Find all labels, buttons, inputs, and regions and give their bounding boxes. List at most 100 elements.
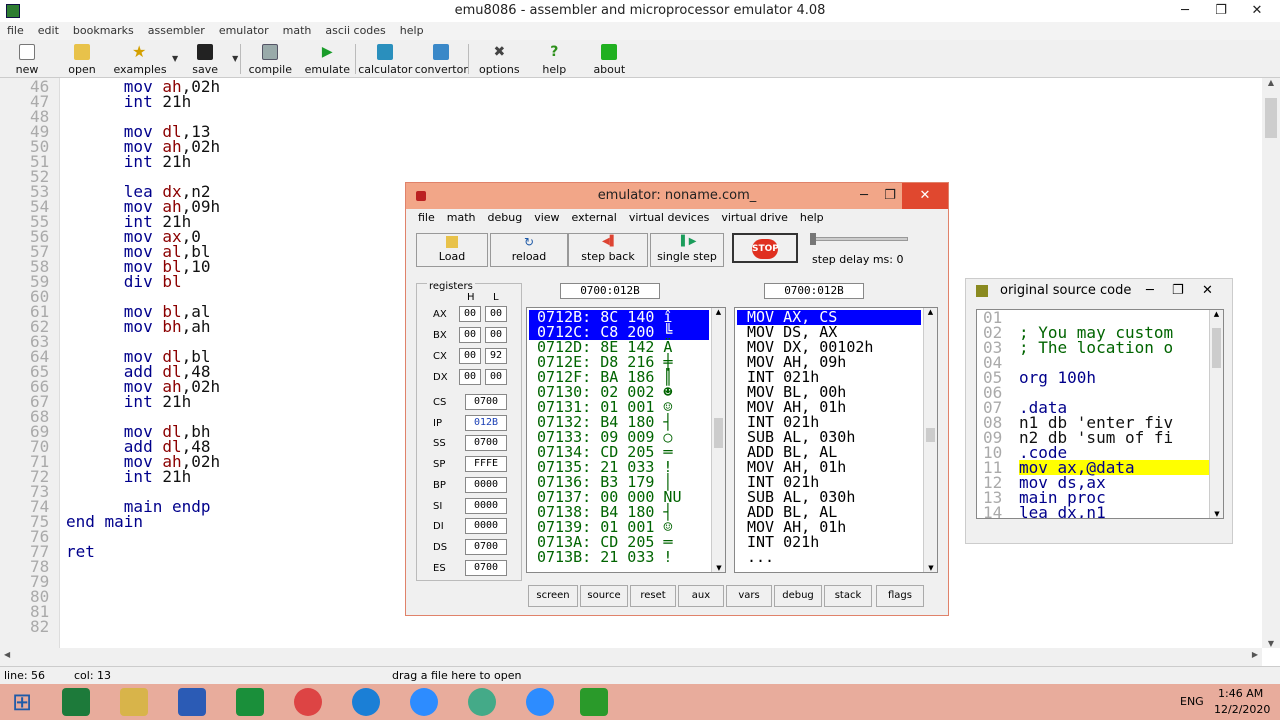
source-code-view[interactable]: 01 02 03 04 05 06 07 08 09 10 11 12 13 14; You may cu… [976, 309, 1224, 519]
register-value[interactable]: 0000 [465, 476, 507, 493]
register-low-byte[interactable]: 00 [485, 327, 507, 343]
new-button[interactable]: new [0, 40, 54, 76]
emu-menu-debug[interactable]: debug [482, 209, 529, 227]
examples-dropdown-icon[interactable]: ▼ [172, 54, 178, 63]
emulator-close-button[interactable]: ✕ [902, 183, 948, 209]
register-low-byte[interactable]: 00 [485, 306, 507, 322]
save-button[interactable]: save [180, 40, 230, 76]
help-button[interactable]: ? help [529, 40, 579, 76]
word-icon[interactable] [178, 688, 206, 716]
scroll-up-icon[interactable]: ▲ [924, 308, 937, 316]
source-close-button[interactable]: ✕ [1202, 279, 1213, 303]
menu-edit[interactable]: edit [31, 22, 66, 40]
source-line[interactable]: ; The location o [1019, 340, 1173, 356]
emu-menu-file[interactable]: file [412, 209, 441, 227]
scroll-down-icon[interactable]: ▼ [924, 564, 937, 572]
disassembly-row[interactable]: ... [737, 550, 921, 565]
scroll-left-icon[interactable]: ◀ [4, 650, 10, 659]
emu-menu-virtual-drive[interactable]: virtual drive [715, 209, 794, 227]
memory-address-field[interactable]: 0700:012B [560, 283, 660, 299]
disassembly-list[interactable]: MOV AX, CS MOV DS, AX MOV DX, 00102h MOV AH… [734, 307, 938, 573]
register-value[interactable]: 0700 [465, 394, 507, 410]
menu-help[interactable]: help [393, 22, 431, 40]
emu-menu-help[interactable]: help [794, 209, 830, 227]
editor-vertical-scrollbar[interactable]: ▲ ▼ [1262, 78, 1280, 648]
source-line[interactable]: org 100h [1019, 370, 1096, 386]
reset-button[interactable]: reset [630, 585, 676, 607]
open-button[interactable]: open [54, 40, 110, 76]
menu-ascii-codes[interactable]: ascii codes [318, 22, 392, 40]
load-button[interactable]: Load [416, 233, 488, 267]
register-high-byte[interactable]: 00 [459, 306, 481, 322]
menu-assembler[interactable]: assembler [141, 22, 212, 40]
emu-menu-virtual-devices[interactable]: virtual devices [623, 209, 716, 227]
register-low-byte[interactable]: 00 [485, 369, 507, 385]
menu-math[interactable]: math [276, 22, 319, 40]
windows-start-icon[interactable]: ⊞ [8, 688, 36, 716]
register-value[interactable]: 0700 [465, 538, 507, 555]
emulator-title-bar[interactable]: emulator: noname.com_ ─ ❐ ✕ [406, 183, 948, 209]
maximize-button[interactable]: ❐ [1206, 0, 1236, 22]
compile-button[interactable]: compile [241, 40, 299, 76]
about-button[interactable]: about [579, 40, 639, 76]
disassembly-scrollbar[interactable]: ▲ ▼ [923, 308, 937, 572]
file-explorer-icon[interactable] [120, 688, 148, 716]
stack-button[interactable]: stack [824, 585, 872, 607]
register-value[interactable]: FFFE [465, 456, 507, 473]
zoom-icon[interactable] [410, 688, 438, 716]
save-dropdown-icon[interactable]: ▼ [232, 54, 238, 63]
register-value[interactable]: 0000 [465, 497, 507, 514]
emu8086-taskbar-icon[interactable] [580, 688, 608, 716]
source-title-bar[interactable]: original source code ─ ❐ ✕ [966, 279, 1232, 303]
language-indicator[interactable]: ENG [1180, 695, 1204, 708]
emu-menu-external[interactable]: external [566, 209, 623, 227]
emu-menu-view[interactable]: view [528, 209, 565, 227]
step-delay-slider[interactable] [812, 237, 908, 241]
scroll-thumb[interactable] [1212, 328, 1221, 368]
register-high-byte[interactable]: 00 [459, 327, 481, 343]
menu-file[interactable]: file [0, 22, 31, 40]
scroll-up-icon[interactable]: ▲ [1262, 78, 1280, 87]
register-low-byte[interactable]: 92 [485, 348, 507, 364]
scroll-down-icon[interactable]: ▼ [712, 564, 725, 572]
calculator-button[interactable]: calculator [356, 40, 414, 76]
single-step-button[interactable]: ▌▶ single step [650, 233, 724, 267]
excel-icon[interactable] [62, 688, 90, 716]
scroll-thumb[interactable] [714, 418, 723, 448]
emu-menu-math[interactable]: math [441, 209, 482, 227]
examples-button[interactable]: ★ examples [110, 40, 170, 77]
flags-button[interactable]: flags [876, 585, 924, 607]
ie-icon[interactable] [352, 688, 380, 716]
register-value[interactable]: 012B [465, 414, 507, 431]
emulate-button[interactable]: ▶ emulate [299, 40, 355, 76]
aux-button[interactable]: aux [678, 585, 724, 607]
emulator-minimize-button[interactable]: ─ [850, 183, 878, 209]
menu-bookmarks[interactable]: bookmarks [66, 22, 141, 40]
register-high-byte[interactable]: 00 [459, 348, 481, 364]
source-maximize-button[interactable]: ❐ [1172, 279, 1184, 303]
scroll-right-icon[interactable]: ▶ [1252, 650, 1258, 659]
register-value[interactable]: 0700 [465, 559, 507, 576]
memory-scrollbar[interactable]: ▲ ▼ [711, 308, 725, 572]
source-minimize-button[interactable]: ─ [1146, 279, 1154, 303]
register-value[interactable]: 0700 [465, 435, 507, 452]
register-high-byte[interactable]: 00 [459, 369, 481, 385]
scroll-up-icon[interactable]: ▲ [712, 308, 725, 316]
reload-button[interactable]: ↻ reload [490, 233, 568, 267]
source-line[interactable]: lea dx,n1 [1019, 505, 1106, 519]
code-line[interactable]: ret [66, 544, 95, 560]
scroll-thumb[interactable] [1265, 98, 1277, 138]
scroll-down-icon[interactable]: ▼ [1262, 639, 1280, 648]
menu-emulator[interactable]: emulator [212, 22, 276, 40]
zoom-meeting-icon[interactable] [526, 688, 554, 716]
editor-horizontal-scrollbar[interactable]: ◀ ▶ [0, 648, 1262, 666]
scroll-thumb[interactable] [926, 428, 935, 442]
register-value[interactable]: 0000 [465, 518, 507, 535]
stop-button[interactable]: STOP [732, 233, 798, 263]
source-scrollbar[interactable]: ▲ ▼ [1209, 310, 1223, 518]
chrome-profile-icon[interactable] [468, 688, 496, 716]
screen-button[interactable]: screen [528, 585, 578, 607]
debug-button[interactable]: debug [774, 585, 822, 607]
scroll-down-icon[interactable]: ▼ [1210, 510, 1223, 518]
memory-list[interactable]: 0712B: 8C 140 î 0712C: C8 200 ╚ 0712D: 8E … [526, 307, 726, 573]
